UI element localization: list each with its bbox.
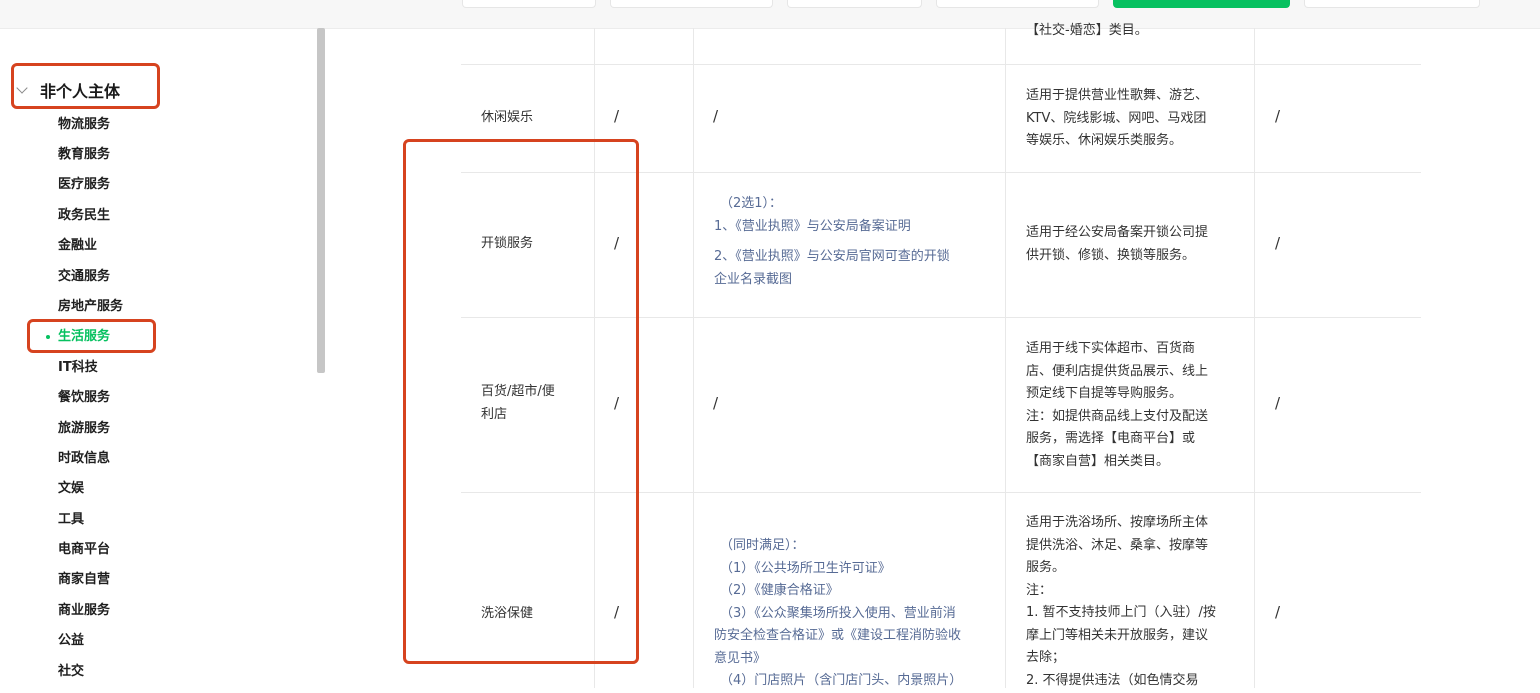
toolbar-tab[interactable]: [610, 0, 773, 8]
sidebar-item-finance[interactable]: 金融业: [58, 236, 97, 256]
sidebar-item-medical[interactable]: 医疗服务: [58, 175, 110, 195]
toolbar-tab[interactable]: [936, 0, 1099, 8]
table-cell-desc-partial: 【社交-婚恋】类目。: [1026, 23, 1148, 38]
sidebar-item-travel[interactable]: 旅游服务: [58, 419, 110, 439]
table-cell-description: 适用于提供营业性歌舞、游艺、 KTV、院线影城、网吧、马戏团 等娱乐、休闲娱乐类服务…: [1026, 88, 1209, 148]
sidebar-item-it-tech[interactable]: IT科技: [58, 358, 98, 378]
table-row-divider: [461, 64, 1421, 65]
sidebar-item-education[interactable]: 教育服务: [58, 145, 110, 165]
table-cell-category: 休闲娱乐: [481, 110, 534, 125]
table-cell-qualification: （2选1）： 1、《营业执照》与公安局备案证明 2、《营业执照》与公安局官网可查…: [714, 196, 950, 287]
sidebar-scrollbar[interactable]: [317, 28, 325, 373]
table-cell-description: 适用于线下实体超市、百货商 店、便利店提供货品展示、线上 预定线下自提等导购服务。 …: [1026, 341, 1209, 469]
table-cell-slash: /: [1275, 234, 1281, 252]
table-cell-description: 适用于经公安局备案开锁公司提 供开锁、修锁、换锁等服务。: [1026, 225, 1209, 263]
annotation-box-column: [403, 139, 639, 664]
table-col-divider: [1005, 28, 1006, 688]
table-cell-qualification: /: [713, 107, 719, 125]
table-col-divider: [693, 28, 694, 688]
table-cell-qualification: （同时满足）： （1）《公共场所卫生许可证》 （2）《健康合格证》 （3）《公众…: [714, 538, 963, 688]
table-cell-qualification: /: [713, 394, 719, 412]
toolbar-tab[interactable]: [1304, 0, 1480, 8]
sidebar-item-government[interactable]: 政务民生: [58, 206, 110, 226]
sidebar-item-real-estate[interactable]: 房地产服务: [58, 297, 123, 317]
sidebar: [0, 28, 318, 688]
sidebar-item-tools[interactable]: 工具: [58, 510, 84, 530]
sidebar-item-business[interactable]: 商业服务: [58, 601, 110, 621]
sidebar-item-ecommerce[interactable]: 电商平台: [58, 540, 110, 560]
sidebar-item-news[interactable]: 时政信息: [58, 449, 110, 469]
top-toolbar: [0, 0, 1540, 29]
sidebar-item-social[interactable]: 社交: [58, 662, 84, 682]
toolbar-tab[interactable]: [787, 0, 922, 8]
table-cell-slash: /: [614, 107, 620, 125]
sidebar-item-charity[interactable]: 公益: [58, 631, 84, 651]
sidebar-item-merchant[interactable]: 商家自营: [58, 570, 110, 590]
sidebar-item-entertainment[interactable]: 文娱: [58, 479, 84, 499]
table-cell-description: 适用于洗浴场所、按摩场所主体 提供洗浴、沐足、桑拿、按摩等 服务。 注： 1. 暂不支…: [1026, 515, 1216, 688]
toolbar-tab[interactable]: [462, 0, 596, 8]
table-cell-slash: /: [1275, 603, 1281, 621]
annotation-box-active-item: [27, 319, 156, 353]
sidebar-item-transport[interactable]: 交通服务: [58, 267, 110, 287]
table-cell-slash: /: [1275, 107, 1281, 125]
table-col-divider: [1254, 28, 1255, 688]
sidebar-item-catering[interactable]: 餐饮服务: [58, 388, 110, 408]
annotation-box-group: [11, 63, 160, 109]
toolbar-primary-button[interactable]: [1113, 0, 1290, 8]
sidebar-item-logistics[interactable]: 物流服务: [58, 115, 110, 135]
table-cell-slash: /: [1275, 394, 1281, 412]
